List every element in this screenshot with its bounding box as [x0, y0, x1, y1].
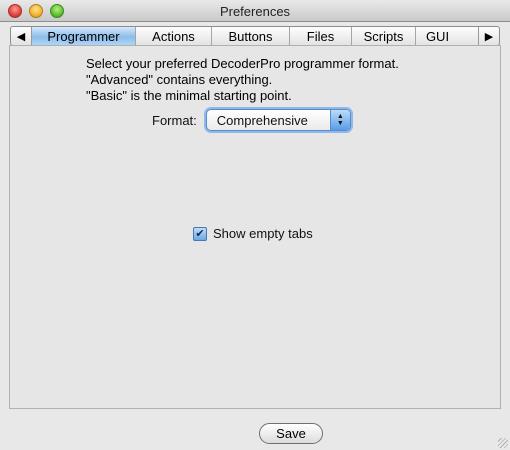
- title-bar: Preferences: [0, 0, 510, 22]
- select-arrows-icon: ▲ ▼: [329, 110, 350, 130]
- programmer-panel: Select your preferred DecoderPro program…: [9, 45, 501, 409]
- tab-scroll-left-icon[interactable]: ◀: [11, 27, 32, 45]
- format-row: Format: Comprehensive ▲ ▼: [152, 109, 351, 131]
- window-title: Preferences: [219, 4, 291, 19]
- show-empty-tabs-label[interactable]: Show empty tabs: [213, 226, 313, 241]
- tab-gui[interactable]: GUI: [416, 27, 459, 45]
- tab-actions[interactable]: Actions: [136, 27, 212, 45]
- format-label: Format:: [152, 112, 197, 128]
- format-select[interactable]: Comprehensive ▲ ▼: [205, 109, 351, 131]
- format-select-value: Comprehensive: [216, 112, 308, 128]
- format-description: Select your preferred DecoderPro program…: [86, 56, 486, 104]
- description-line: "Advanced" contains everything.: [86, 72, 273, 87]
- show-empty-tabs-row: ✔ Show empty tabs: [193, 226, 313, 241]
- tab-strip: ◀ Programmer Actions Buttons Files Scrip…: [10, 26, 500, 46]
- tab-scripts[interactable]: Scripts: [352, 27, 416, 45]
- tab-scroll-right-icon[interactable]: ▶: [478, 27, 499, 45]
- resize-grip-icon[interactable]: [498, 438, 508, 448]
- tab-files[interactable]: Files: [290, 27, 352, 45]
- tab-buttons[interactable]: Buttons: [212, 27, 290, 45]
- save-button[interactable]: Save: [259, 423, 323, 444]
- description-line: Select your preferred DecoderPro program…: [86, 56, 399, 71]
- description-line: "Basic" is the minimal starting point.: [86, 88, 292, 103]
- tab-programmer[interactable]: Programmer: [32, 27, 136, 45]
- checkmark-icon: ✔: [195, 228, 205, 240]
- show-empty-tabs-checkbox[interactable]: ✔: [193, 226, 207, 241]
